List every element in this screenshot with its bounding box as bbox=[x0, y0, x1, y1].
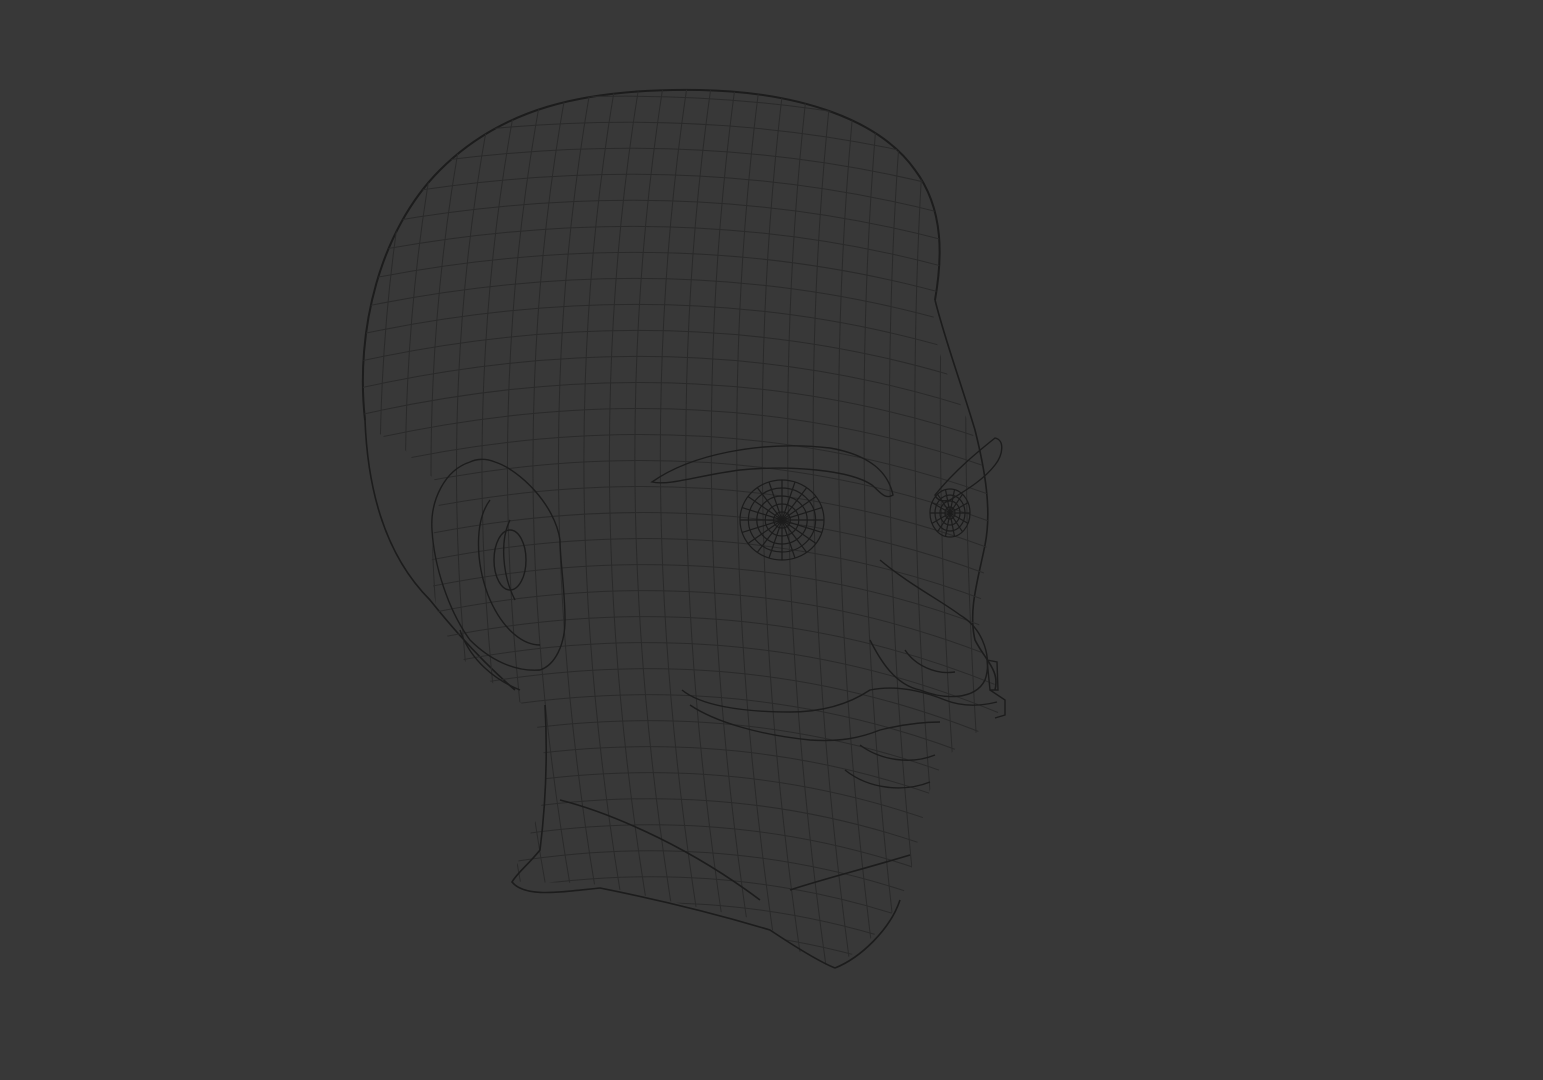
mesh-grid bbox=[362, 89, 999, 967]
mouth bbox=[681, 687, 998, 789]
eyebrow-right bbox=[934, 437, 1003, 502]
3d-viewport[interactable] bbox=[0, 0, 1543, 1080]
wireframe-head-mesh[interactable] bbox=[0, 0, 1543, 1080]
eye-left bbox=[739, 479, 825, 561]
eye-right bbox=[929, 488, 971, 538]
